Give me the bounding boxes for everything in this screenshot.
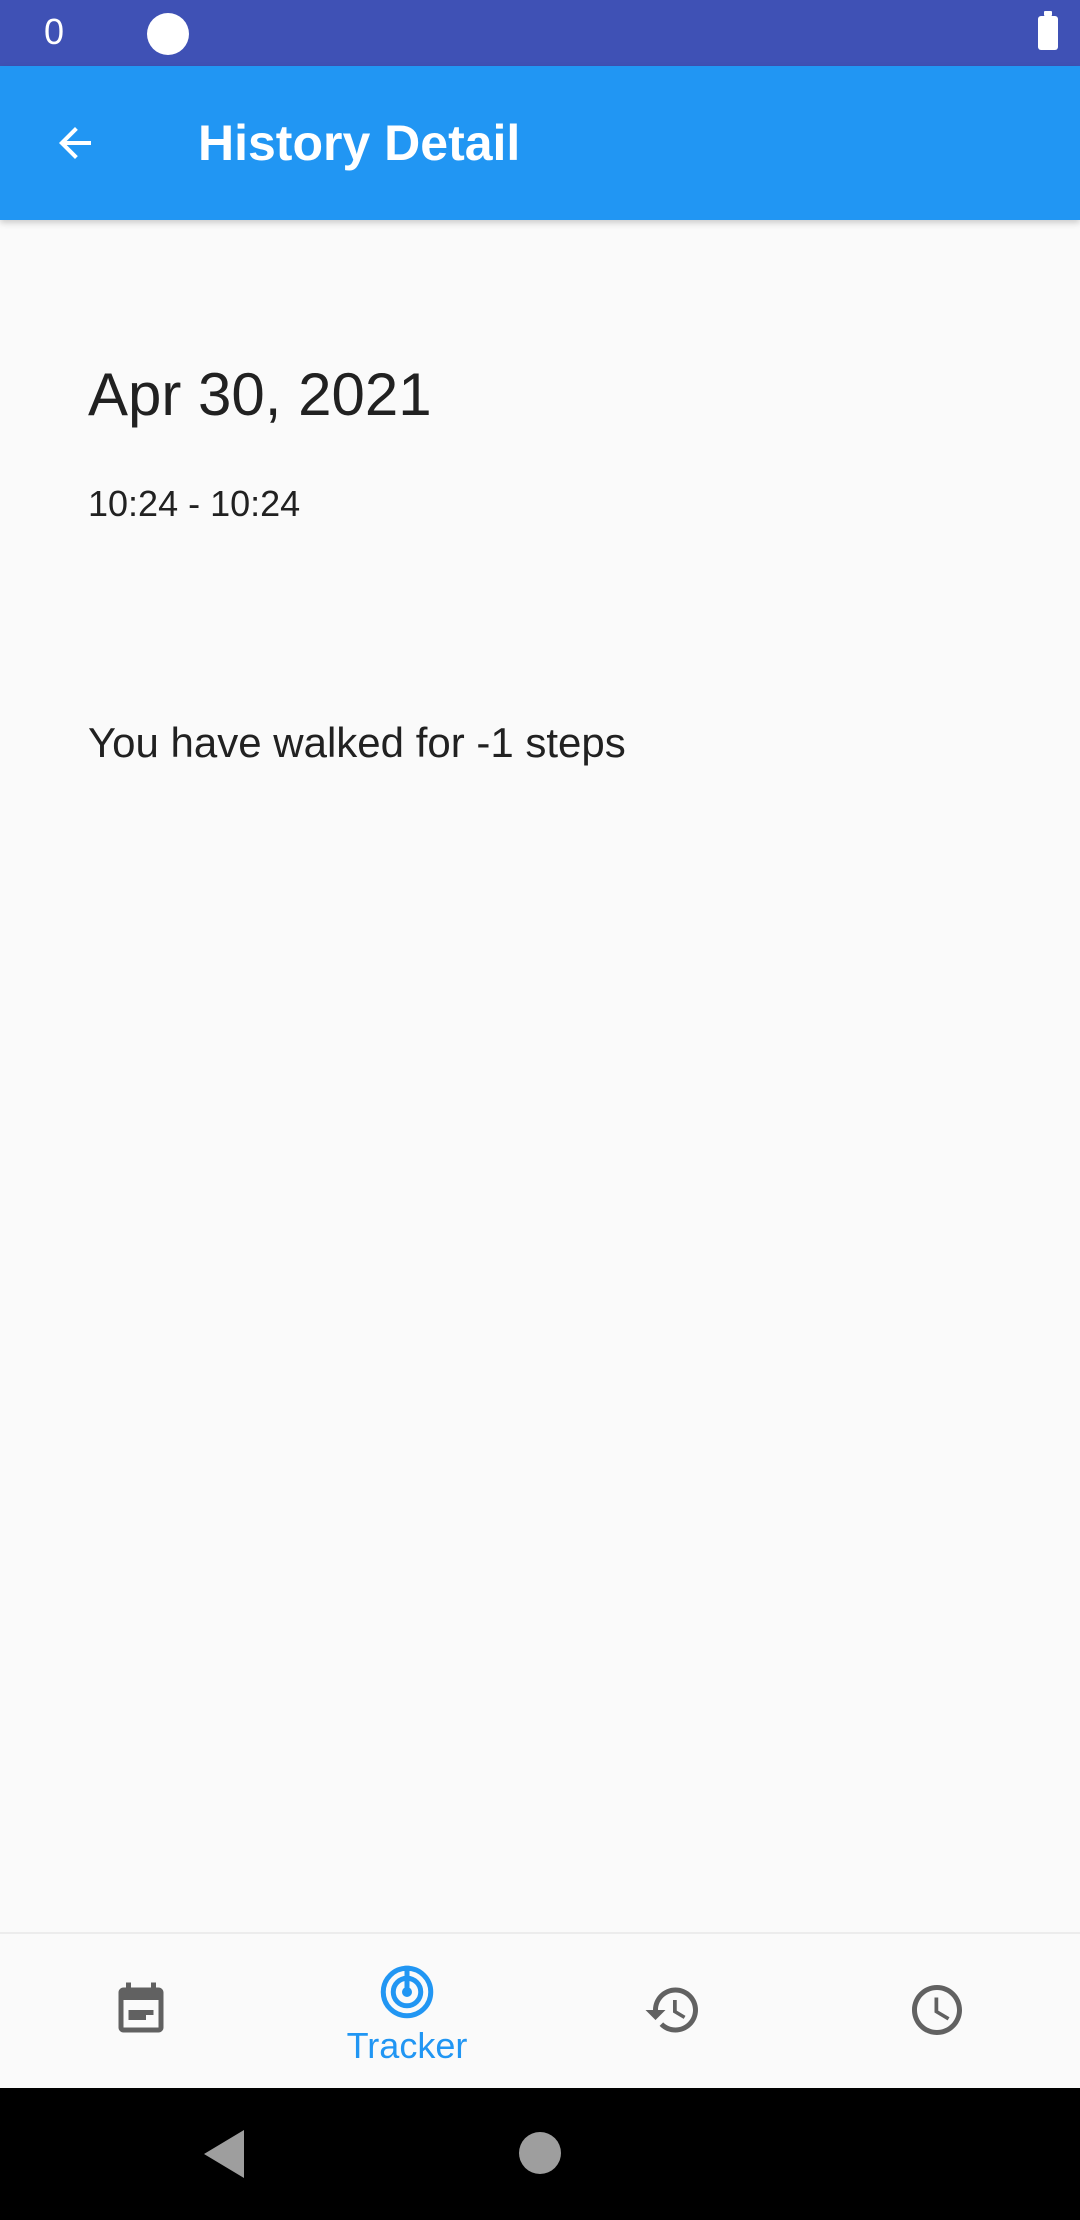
app-bar: History Detail: [0, 66, 1080, 220]
back-button[interactable]: [38, 106, 112, 180]
nav-item-tracker[interactable]: Tracker: [272, 1934, 542, 2090]
system-back-icon[interactable]: [200, 2128, 248, 2180]
history-time-range: 10:24 - 10:24: [88, 483, 301, 524]
status-text: 0: [44, 11, 65, 52]
tracker-radar-icon: [380, 1965, 434, 2019]
nav-item-notes[interactable]: [6, 1934, 276, 2090]
history-detail-content: Apr 30, 2021 10:24 - 10:24 You have walk…: [0, 220, 1080, 1932]
system-home-icon[interactable]: [519, 2132, 561, 2174]
page-title: History Detail: [198, 115, 521, 171]
notification-dot-icon: [147, 13, 189, 55]
status-bar: 0: [0, 0, 1080, 66]
calendar-note-icon: [118, 1982, 164, 2033]
bottom-navigation: Tracker: [0, 1932, 1080, 2090]
battery-icon: [1038, 11, 1058, 50]
steps-summary: You have walked for -1 steps: [88, 719, 626, 766]
nav-item-history[interactable]: [538, 1934, 808, 2090]
nav-item-clock[interactable]: [802, 1934, 1072, 2090]
clock-icon: [912, 1985, 962, 2035]
history-icon: [645, 1987, 698, 2033]
history-date: Apr 30, 2021: [88, 361, 432, 428]
nav-label-tracker: Tracker: [346, 2025, 468, 2066]
system-navigation-bar: [0, 2088, 1080, 2220]
arrow-back-icon: [59, 127, 91, 159]
